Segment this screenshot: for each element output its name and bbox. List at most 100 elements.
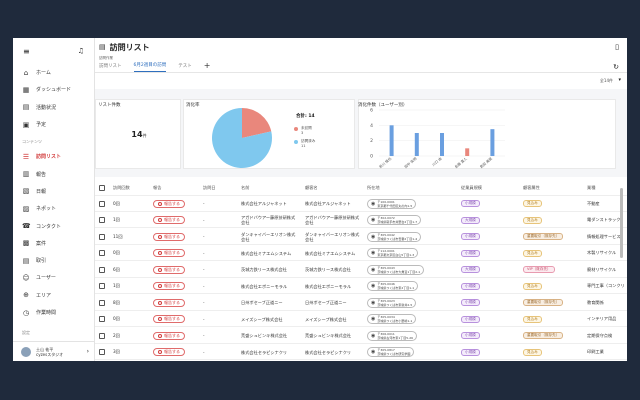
header-cell[interactable]: 顧客属性	[523, 180, 579, 195]
header-cell[interactable]: 顧客名	[305, 180, 363, 195]
address-chip[interactable]: ◉ 〒305-0034 茨城県つくば市小野崎1-1	[367, 314, 417, 324]
table-row[interactable]: 6回 報告する - 茨城力鉄リース株式会社 茨城力鉄リース株式会社 ◉ 〒305-0043 茨…	[95, 262, 627, 278]
address-chip[interactable]: ◉ 〒100-0001 東京都千代田区丸の内1-5	[367, 198, 417, 209]
header-cell[interactable]: 訪問回数	[113, 180, 137, 195]
address-chip[interactable]: ◉ 〒305-0043 茨城県つくば市大角豆1丁目2-1	[367, 264, 425, 275]
sidebar-item-2[interactable]: ▧ 日報	[13, 183, 94, 200]
row-checkbox[interactable]	[99, 217, 105, 223]
menu-icon[interactable]: ≡	[23, 47, 30, 56]
y-tick-label: 2	[370, 138, 373, 144]
bar-3[interactable]	[465, 148, 470, 156]
location-pin-icon: ◉	[371, 266, 376, 273]
sidebar-item-0[interactable]: ☰ 訪問リスト	[13, 148, 94, 165]
row-checkbox[interactable]	[99, 299, 105, 306]
tab-0[interactable]: 訪問リスト	[99, 63, 122, 72]
address-chip[interactable]: ◉ 〒305-0817 茨城県つくば市研究学園	[367, 347, 415, 357]
row-checkbox[interactable]	[99, 233, 105, 240]
select-all-checkbox[interactable]	[99, 184, 105, 191]
sidebar-item-3[interactable]: ▨ ネポット	[13, 200, 94, 217]
address-chip[interactable]: ◉ 〒306-0011 茨城県古河市東1丁目5-26	[367, 330, 418, 341]
cell-attr: 重要取引（既存先）	[523, 229, 579, 244]
chevron-down-icon[interactable]: ▾	[618, 77, 621, 83]
report-button[interactable]: 報告する	[153, 216, 185, 224]
bar-2[interactable]	[440, 133, 444, 156]
cell-name: 荒盛シュビンキ株式会社	[241, 328, 299, 343]
sidebar-nav: ⌂ ホーム ▦ ダッシュボード ▤ 活動状況 ▣ 予定	[13, 64, 94, 133]
sidebar-item-3[interactable]: ▣ 予定	[13, 116, 94, 133]
header-cell[interactable]: 訪問日	[203, 180, 225, 195]
table-row[interactable]: 2回 報告する - 荒盛シュビンキ株式会社 荒盛シュビンキ株式会社 ◉ 〒306-0011 茨…	[95, 328, 627, 344]
sidebar-item-2[interactable]: ▤ 活動状況	[13, 99, 94, 116]
table-row[interactable]: 0回 報告する - メイズシープ株式会社 メイズシープ株式会社 ◉ 〒305-0034 茨城県…	[95, 312, 627, 327]
report-button[interactable]: 報告する	[153, 348, 185, 356]
sidebar-item-9[interactable]: ◷ 作業時間	[13, 304, 94, 321]
address-text: 茨城県取手市井野台2丁目1-7	[377, 220, 418, 224]
cell-text: -	[203, 300, 205, 305]
header-cell[interactable]: 名前	[241, 180, 299, 195]
cell-date: -	[203, 328, 225, 343]
table-row[interactable]: 0回 報告する - 株式会社アルジャネット 株式会社アルジャネット ◉ 〒100-0001 東…	[95, 196, 627, 212]
table-row[interactable]: 8回 報告する - 日州ボセーブ正道ニー 日州ボセーブ正道ニー ◉ 〒305-0023 茨城県…	[95, 295, 627, 311]
header-cell[interactable]	[99, 180, 105, 195]
bell-icon[interactable]: ♫	[78, 47, 84, 55]
report-button[interactable]: 報告する	[153, 331, 185, 340]
address-chip[interactable]: ◉ 〒305-0042 茨城県つくば市吾妻2丁目1-4	[367, 231, 422, 242]
user-profile[interactable]: 土山 祐平 cyzesスタジオ ›	[13, 341, 95, 361]
report-button[interactable]: 報告する	[153, 249, 185, 257]
bar-4[interactable]	[490, 129, 495, 156]
add-tab-button[interactable]: +	[204, 61, 211, 72]
map-icon[interactable]: ▯	[615, 43, 619, 51]
location-pin-icon: ◉	[371, 332, 376, 339]
row-checkbox[interactable]	[99, 250, 105, 256]
report-icon	[158, 284, 162, 288]
sidebar-item-5[interactable]: ▩ 案件	[13, 235, 94, 252]
report-button[interactable]: 報告する	[153, 265, 185, 274]
report-button[interactable]: 報告する	[153, 315, 185, 323]
table-row[interactable]: 0回 報告する - 株式会社ミナエムシステム 株式会社ミナエムシステム ◉ 〒112-000…	[95, 246, 627, 261]
header-cell[interactable]: 所在地	[367, 180, 457, 195]
address-chip[interactable]: ◉ 〒302-0072 茨城県取手市井野台2丁目1-7	[367, 215, 422, 225]
refresh-icon[interactable]: ↻	[613, 63, 619, 71]
address-chip[interactable]: ◉ 〒305-0023 茨城県つくば市東新井2-5	[367, 297, 417, 308]
table-row[interactable]: 1回 報告する - 株式会社エボニーモラル 株式会社エボニーモラル ◉ 〒305-0046 茨…	[95, 279, 627, 294]
cell-text: 0回	[113, 250, 120, 255]
sidebar-item-1[interactable]: ▦ ダッシュボード	[13, 81, 94, 98]
legend-entry-1: 訪問済み 11	[294, 139, 315, 148]
address-chip[interactable]: ◉ 〒112-0001 東京都文京区白山5丁目1-3	[367, 248, 419, 258]
cell-text: 0回	[113, 316, 120, 321]
row-checkbox[interactable]	[99, 283, 105, 289]
sidebar-item-4[interactable]: ☎ コンタクト	[13, 217, 94, 234]
tab-2[interactable]: テスト	[178, 63, 192, 72]
row-checkbox[interactable]	[99, 266, 105, 273]
sidebar-item-label: 日報	[36, 188, 47, 195]
vertical-scrollbar[interactable]	[620, 188, 623, 258]
sidebar-item-8[interactable]: ⊕ エリア	[13, 287, 94, 304]
cell-industry: 教育関係	[587, 295, 625, 310]
attribute-tag: 見込み	[523, 249, 542, 257]
address-chip[interactable]: ◉ 〒305-0046 茨城県つくば市東2丁目1-1	[367, 281, 419, 291]
header-cell[interactable]: 報告	[153, 180, 197, 195]
sidebar-item-6[interactable]: ▤ 取引	[13, 252, 94, 269]
row-checkbox[interactable]	[99, 349, 105, 355]
header-cell[interactable]: 従業員規模	[461, 180, 509, 195]
bar-1[interactable]	[414, 133, 419, 156]
report-button[interactable]: 報告する	[153, 282, 185, 290]
report-button[interactable]: 報告する	[153, 232, 185, 241]
report-button[interactable]: 報告する	[153, 199, 185, 208]
table-row[interactable]: 3回 報告する - 株式会社セラピシナクリ 株式会社セラピシナクリ ◉ 〒305-0817 茨…	[95, 345, 627, 360]
row-checkbox[interactable]	[99, 200, 105, 207]
row-checkbox[interactable]	[99, 332, 105, 339]
table-row[interactable]: 1回 報告する - アガドバウアー藤原技研株式会社 アガドバウアー藤原技研株式会社 ◉ 〒3…	[95, 213, 627, 228]
report-button[interactable]: 報告する	[153, 298, 185, 307]
header-label: 名前	[241, 184, 250, 190]
row-checkbox[interactable]	[99, 316, 105, 322]
cell-customer: 日州ボセーブ正道ニー	[305, 295, 363, 310]
sidebar-item-1[interactable]: ▥ 報告	[13, 165, 94, 182]
table-row[interactable]: 11回 報告する - ダンキャイバーエリオン株式会社 ダンキャイバーエリオン株式会社 ◉ 〒…	[95, 229, 627, 245]
header-label: 業種	[587, 184, 596, 190]
cell-text: 不動産	[587, 200, 600, 206]
tab-1[interactable]: 6月2週目の訪問	[133, 62, 167, 72]
sidebar-item-7[interactable]: ☺ ユーザー	[13, 269, 94, 286]
sidebar-item-0[interactable]: ⌂ ホーム	[13, 64, 94, 81]
bar-0[interactable]	[389, 125, 394, 156]
